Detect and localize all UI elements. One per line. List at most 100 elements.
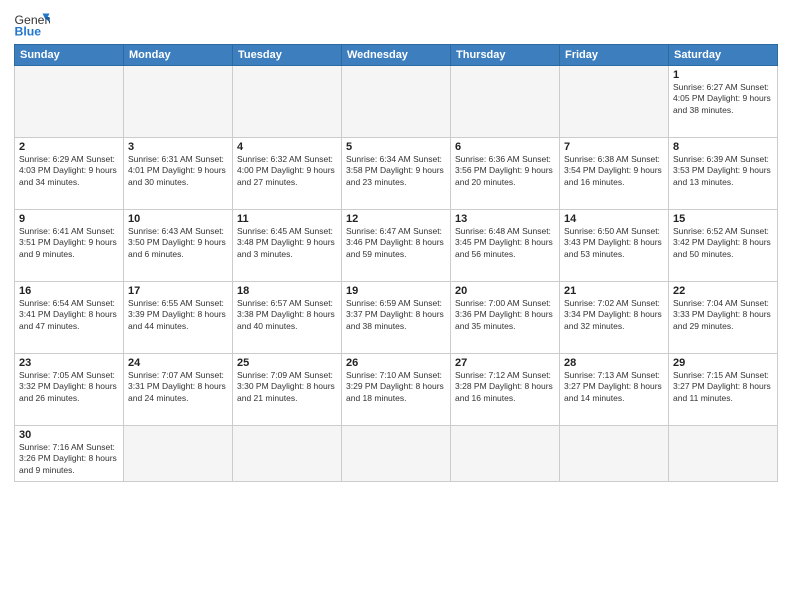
day-number: 14 <box>564 213 664 225</box>
calendar-cell: 7Sunrise: 6:38 AM Sunset: 3:54 PM Daylig… <box>560 138 669 210</box>
day-number: 29 <box>673 357 773 369</box>
day-info: Sunrise: 7:07 AM Sunset: 3:31 PM Dayligh… <box>128 370 228 404</box>
calendar-cell <box>451 66 560 138</box>
day-info: Sunrise: 7:02 AM Sunset: 3:34 PM Dayligh… <box>564 298 664 332</box>
day-number: 26 <box>346 357 446 369</box>
day-number: 22 <box>673 285 773 297</box>
calendar-cell <box>342 66 451 138</box>
col-header-thursday: Thursday <box>451 45 560 66</box>
calendar-cell: 17Sunrise: 6:55 AM Sunset: 3:39 PM Dayli… <box>124 282 233 354</box>
calendar-cell: 13Sunrise: 6:48 AM Sunset: 3:45 PM Dayli… <box>451 210 560 282</box>
day-info: Sunrise: 6:29 AM Sunset: 4:03 PM Dayligh… <box>19 154 119 188</box>
calendar-cell: 11Sunrise: 6:45 AM Sunset: 3:48 PM Dayli… <box>233 210 342 282</box>
calendar-cell: 1Sunrise: 6:27 AM Sunset: 4:05 PM Daylig… <box>669 66 778 138</box>
day-number: 23 <box>19 357 119 369</box>
calendar-cell: 3Sunrise: 6:31 AM Sunset: 4:01 PM Daylig… <box>124 138 233 210</box>
svg-text:Blue: Blue <box>15 24 42 38</box>
day-info: Sunrise: 6:59 AM Sunset: 3:37 PM Dayligh… <box>346 298 446 332</box>
calendar-cell <box>233 66 342 138</box>
calendar-cell: 6Sunrise: 6:36 AM Sunset: 3:56 PM Daylig… <box>451 138 560 210</box>
day-number: 13 <box>455 213 555 225</box>
calendar-cell: 21Sunrise: 7:02 AM Sunset: 3:34 PM Dayli… <box>560 282 669 354</box>
calendar-cell <box>124 426 233 482</box>
day-number: 2 <box>19 141 119 153</box>
calendar-cell: 15Sunrise: 6:52 AM Sunset: 3:42 PM Dayli… <box>669 210 778 282</box>
day-info: Sunrise: 6:55 AM Sunset: 3:39 PM Dayligh… <box>128 298 228 332</box>
calendar-cell: 28Sunrise: 7:13 AM Sunset: 3:27 PM Dayli… <box>560 354 669 426</box>
day-number: 7 <box>564 141 664 153</box>
day-info: Sunrise: 6:34 AM Sunset: 3:58 PM Dayligh… <box>346 154 446 188</box>
calendar: SundayMondayTuesdayWednesdayThursdayFrid… <box>14 44 778 482</box>
calendar-cell: 19Sunrise: 6:59 AM Sunset: 3:37 PM Dayli… <box>342 282 451 354</box>
header: General Blue <box>14 10 778 38</box>
calendar-cell: 14Sunrise: 6:50 AM Sunset: 3:43 PM Dayli… <box>560 210 669 282</box>
col-header-friday: Friday <box>560 45 669 66</box>
day-number: 28 <box>564 357 664 369</box>
calendar-cell: 5Sunrise: 6:34 AM Sunset: 3:58 PM Daylig… <box>342 138 451 210</box>
calendar-cell <box>233 426 342 482</box>
calendar-cell <box>15 66 124 138</box>
day-info: Sunrise: 6:39 AM Sunset: 3:53 PM Dayligh… <box>673 154 773 188</box>
day-info: Sunrise: 7:05 AM Sunset: 3:32 PM Dayligh… <box>19 370 119 404</box>
logo: General Blue <box>14 10 50 38</box>
day-number: 27 <box>455 357 555 369</box>
calendar-cell: 24Sunrise: 7:07 AM Sunset: 3:31 PM Dayli… <box>124 354 233 426</box>
day-info: Sunrise: 6:36 AM Sunset: 3:56 PM Dayligh… <box>455 154 555 188</box>
calendar-cell: 20Sunrise: 7:00 AM Sunset: 3:36 PM Dayli… <box>451 282 560 354</box>
day-info: Sunrise: 6:38 AM Sunset: 3:54 PM Dayligh… <box>564 154 664 188</box>
day-number: 6 <box>455 141 555 153</box>
calendar-cell: 25Sunrise: 7:09 AM Sunset: 3:30 PM Dayli… <box>233 354 342 426</box>
day-number: 16 <box>19 285 119 297</box>
day-info: Sunrise: 6:48 AM Sunset: 3:45 PM Dayligh… <box>455 226 555 260</box>
day-info: Sunrise: 7:10 AM Sunset: 3:29 PM Dayligh… <box>346 370 446 404</box>
calendar-cell: 2Sunrise: 6:29 AM Sunset: 4:03 PM Daylig… <box>15 138 124 210</box>
calendar-cell <box>560 66 669 138</box>
col-header-sunday: Sunday <box>15 45 124 66</box>
col-header-wednesday: Wednesday <box>342 45 451 66</box>
calendar-cell <box>342 426 451 482</box>
calendar-cell <box>451 426 560 482</box>
day-number: 8 <box>673 141 773 153</box>
day-info: Sunrise: 6:31 AM Sunset: 4:01 PM Dayligh… <box>128 154 228 188</box>
day-info: Sunrise: 6:32 AM Sunset: 4:00 PM Dayligh… <box>237 154 337 188</box>
day-info: Sunrise: 6:50 AM Sunset: 3:43 PM Dayligh… <box>564 226 664 260</box>
day-number: 19 <box>346 285 446 297</box>
day-number: 12 <box>346 213 446 225</box>
day-info: Sunrise: 6:43 AM Sunset: 3:50 PM Dayligh… <box>128 226 228 260</box>
day-number: 25 <box>237 357 337 369</box>
day-number: 9 <box>19 213 119 225</box>
day-info: Sunrise: 6:52 AM Sunset: 3:42 PM Dayligh… <box>673 226 773 260</box>
day-number: 1 <box>673 69 773 81</box>
calendar-cell: 29Sunrise: 7:15 AM Sunset: 3:27 PM Dayli… <box>669 354 778 426</box>
day-info: Sunrise: 7:04 AM Sunset: 3:33 PM Dayligh… <box>673 298 773 332</box>
day-number: 4 <box>237 141 337 153</box>
day-number: 3 <box>128 141 228 153</box>
calendar-cell: 18Sunrise: 6:57 AM Sunset: 3:38 PM Dayli… <box>233 282 342 354</box>
page: General Blue SundayMondayTuesdayWednesda… <box>0 0 792 612</box>
day-info: Sunrise: 6:57 AM Sunset: 3:38 PM Dayligh… <box>237 298 337 332</box>
calendar-cell: 12Sunrise: 6:47 AM Sunset: 3:46 PM Dayli… <box>342 210 451 282</box>
day-info: Sunrise: 7:15 AM Sunset: 3:27 PM Dayligh… <box>673 370 773 404</box>
col-header-tuesday: Tuesday <box>233 45 342 66</box>
day-info: Sunrise: 7:12 AM Sunset: 3:28 PM Dayligh… <box>455 370 555 404</box>
day-number: 24 <box>128 357 228 369</box>
calendar-cell: 23Sunrise: 7:05 AM Sunset: 3:32 PM Dayli… <box>15 354 124 426</box>
day-info: Sunrise: 6:54 AM Sunset: 3:41 PM Dayligh… <box>19 298 119 332</box>
day-info: Sunrise: 7:13 AM Sunset: 3:27 PM Dayligh… <box>564 370 664 404</box>
day-number: 17 <box>128 285 228 297</box>
day-info: Sunrise: 6:41 AM Sunset: 3:51 PM Dayligh… <box>19 226 119 260</box>
day-info: Sunrise: 7:00 AM Sunset: 3:36 PM Dayligh… <box>455 298 555 332</box>
calendar-cell: 16Sunrise: 6:54 AM Sunset: 3:41 PM Dayli… <box>15 282 124 354</box>
calendar-cell <box>669 426 778 482</box>
col-header-monday: Monday <box>124 45 233 66</box>
calendar-cell: 4Sunrise: 6:32 AM Sunset: 4:00 PM Daylig… <box>233 138 342 210</box>
day-number: 5 <box>346 141 446 153</box>
day-number: 18 <box>237 285 337 297</box>
calendar-cell <box>124 66 233 138</box>
calendar-cell: 27Sunrise: 7:12 AM Sunset: 3:28 PM Dayli… <box>451 354 560 426</box>
calendar-cell: 8Sunrise: 6:39 AM Sunset: 3:53 PM Daylig… <box>669 138 778 210</box>
day-number: 10 <box>128 213 228 225</box>
day-info: Sunrise: 6:45 AM Sunset: 3:48 PM Dayligh… <box>237 226 337 260</box>
day-number: 15 <box>673 213 773 225</box>
calendar-cell <box>560 426 669 482</box>
